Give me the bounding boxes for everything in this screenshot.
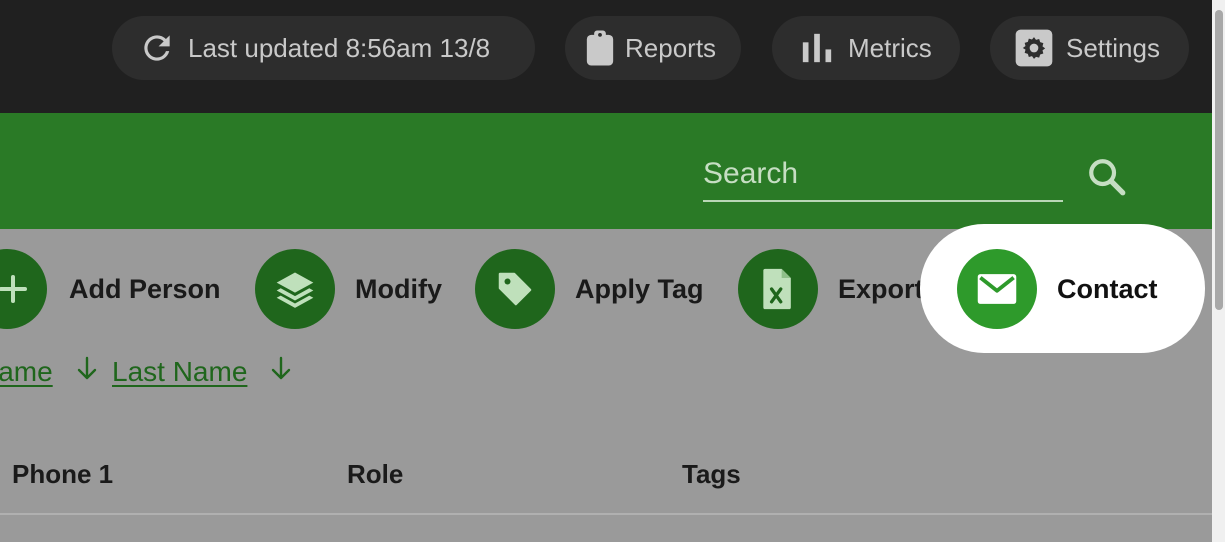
top-bar: Last updated 8:56am 13/8 Reports Metrics… <box>0 0 1212 113</box>
sort-first-name[interactable]: lame <box>0 354 53 390</box>
metrics-label: Metrics <box>848 32 932 63</box>
contact-label: Contact <box>1057 273 1158 304</box>
modify-circle <box>255 249 335 329</box>
arrow-down-icon[interactable] <box>270 356 292 382</box>
settings-button[interactable]: Settings <box>990 16 1189 80</box>
modify-button[interactable]: Modify <box>255 249 442 329</box>
reports-label: Reports <box>625 32 717 63</box>
search-button[interactable] <box>1086 156 1128 198</box>
refresh-icon <box>144 35 170 61</box>
column-header-role: Role <box>347 459 404 489</box>
bar-chart-icon <box>802 33 832 63</box>
apply-tag-circle <box>475 249 555 329</box>
modify-label: Modify <box>355 273 442 304</box>
contact-circle <box>957 249 1037 329</box>
search-band <box>0 113 1212 229</box>
sort-last-name-link[interactable]: Last Name <box>112 356 247 388</box>
contact-button[interactable]: Contact <box>957 249 1158 329</box>
metrics-button[interactable]: Metrics <box>772 16 960 80</box>
sort-last-name[interactable]: Last Name <box>112 354 247 390</box>
last-updated-text: Last updated 8:56am 13/8 <box>188 32 491 63</box>
arrow-down-icon[interactable] <box>76 356 98 382</box>
add-person-label: Add Person <box>69 273 221 304</box>
add-person-circle <box>0 249 47 329</box>
add-person-button[interactable]: Add Person <box>0 249 221 329</box>
layers-icon <box>276 272 314 308</box>
reports-button[interactable]: Reports <box>565 16 741 80</box>
tag-icon <box>498 272 532 306</box>
export-button[interactable]: Export <box>738 249 924 329</box>
envelope-icon <box>977 274 1017 304</box>
search-field-wrapper <box>703 148 1063 202</box>
search-icon <box>1089 159 1126 196</box>
gear-icon <box>1015 29 1053 67</box>
table-divider <box>0 513 1212 515</box>
apply-tag-label: Apply Tag <box>575 273 704 304</box>
settings-label: Settings <box>1066 32 1160 63</box>
export-label: Export <box>838 273 924 304</box>
plus-icon <box>0 275 27 303</box>
column-header-phone: Phone 1 <box>12 459 114 489</box>
refresh-button[interactable]: Last updated 8:56am 13/8 <box>112 16 535 80</box>
clipboard-icon <box>586 30 614 66</box>
search-input[interactable] <box>703 148 1063 200</box>
excel-file-icon <box>763 268 791 310</box>
scrollbar-thumb[interactable] <box>1215 10 1223 310</box>
column-header-tags: Tags <box>682 459 741 489</box>
apply-tag-button[interactable]: Apply Tag <box>475 249 704 329</box>
export-circle <box>738 249 818 329</box>
sort-first-name-link[interactable]: lame <box>0 356 53 388</box>
